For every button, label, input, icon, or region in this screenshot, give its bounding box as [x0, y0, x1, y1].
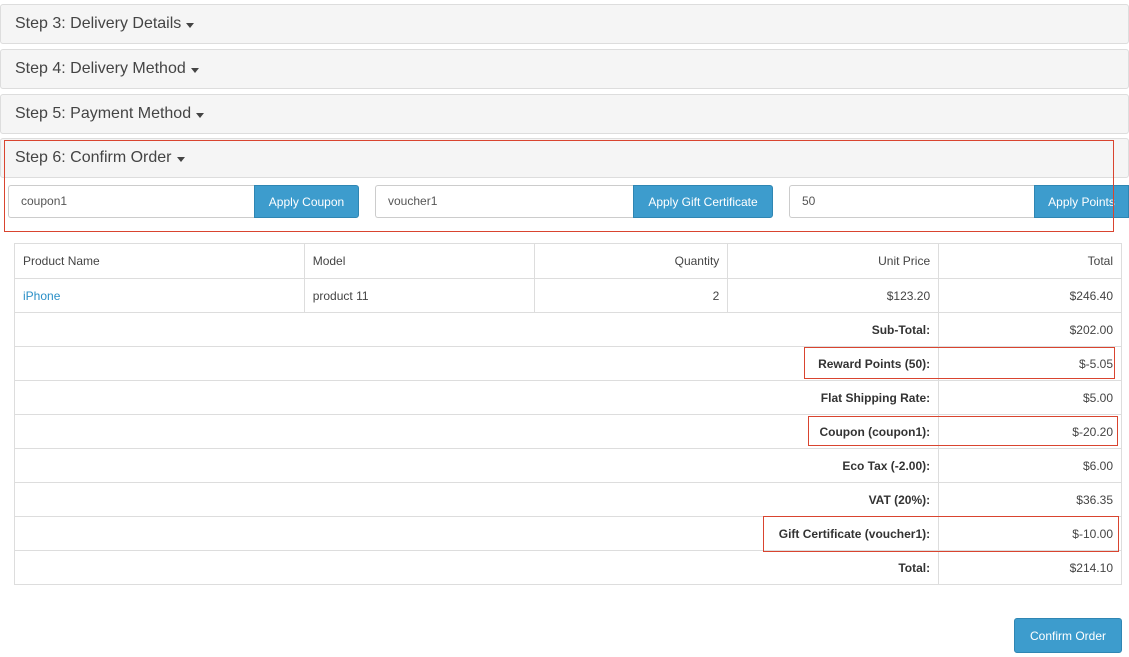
coupon-input[interactable]: coupon1: [8, 185, 254, 218]
apply-points-button[interactable]: Apply Points: [1034, 185, 1129, 218]
caret-down-icon: [186, 22, 195, 28]
step-6-header[interactable]: Step 6: Confirm Order: [0, 138, 1129, 178]
product-link[interactable]: iPhone: [23, 289, 60, 303]
step-5-header[interactable]: Step 5: Payment Method: [0, 94, 1129, 134]
header-total: Total: [938, 243, 1122, 279]
total-value: $-5.05: [938, 346, 1122, 381]
coupon-group: coupon1 Apply Coupon: [8, 185, 359, 218]
total-value: $214.10: [938, 550, 1122, 585]
total-row: Sub-Total: $202.00: [13, 312, 1122, 347]
step-5-title: Step 5: Payment Method: [15, 105, 192, 122]
total-row: Eco Tax (-2.00): $6.00: [13, 448, 1122, 483]
total-label: Sub-Total:: [13, 312, 940, 347]
product-total: $246.40: [938, 278, 1122, 313]
caret-down-icon: [176, 156, 185, 162]
step-3-title: Step 3: Delivery Details: [15, 15, 182, 32]
total-value: $-20.20: [938, 414, 1122, 449]
reward-points-input[interactable]: 50: [789, 185, 1034, 218]
step-3-header[interactable]: Step 3: Delivery Details: [0, 4, 1129, 44]
total-row: Reward Points (50): $-5.05: [13, 346, 1122, 381]
total-row: VAT (20%): $36.35: [13, 482, 1122, 517]
total-label: Reward Points (50):: [13, 346, 940, 381]
total-value: $36.35: [938, 482, 1122, 517]
voucher-input[interactable]: voucher1: [375, 185, 633, 218]
total-label: Flat Shipping Rate:: [13, 380, 940, 415]
product-model: product 11: [303, 278, 536, 313]
table-row: iPhone product 11 2 $123.20 $246.40: [14, 278, 1122, 313]
total-label: Total:: [13, 550, 940, 585]
apply-coupon-button[interactable]: Apply Coupon: [254, 185, 359, 218]
caret-down-icon: [196, 112, 205, 118]
total-label: VAT (20%):: [13, 482, 940, 517]
product-unit-price: $123.20: [727, 278, 940, 313]
total-row: Flat Shipping Rate: $5.00: [13, 380, 1122, 415]
step-4-title: Step 4: Delivery Method: [15, 60, 186, 77]
total-value: $-10.00: [938, 516, 1122, 551]
reward-group: 50 Apply Points: [789, 185, 1129, 218]
caret-down-icon: [190, 67, 199, 73]
step-6-title: Step 6: Confirm Order: [15, 149, 172, 166]
header-product-name: Product Name: [14, 243, 305, 279]
step-4-header[interactable]: Step 4: Delivery Method: [0, 49, 1129, 89]
total-label: Eco Tax (-2.00):: [13, 448, 940, 483]
total-value: $6.00: [938, 448, 1122, 483]
total-row: Total: $214.10: [13, 550, 1122, 585]
confirm-order-button[interactable]: Confirm Order: [1014, 618, 1122, 653]
total-value: $5.00: [938, 380, 1122, 415]
header-unit-price: Unit Price: [727, 243, 940, 279]
header-quantity: Quantity: [534, 243, 729, 279]
total-row: Coupon (coupon1): $-20.20: [13, 414, 1122, 449]
product-quantity: 2: [534, 278, 729, 313]
total-label: Coupon (coupon1):: [13, 414, 940, 449]
apply-gift-certificate-button[interactable]: Apply Gift Certificate: [633, 185, 773, 218]
total-row: Gift Certificate (voucher1): $-10.00: [13, 516, 1122, 551]
order-table: Product Name Model Quantity Unit Price T…: [13, 243, 1122, 585]
total-value: $202.00: [938, 312, 1122, 347]
header-model: Model: [303, 243, 536, 279]
voucher-group: voucher1 Apply Gift Certificate: [375, 185, 773, 218]
total-label: Gift Certificate (voucher1):: [13, 516, 940, 551]
table-header-row: Product Name Model Quantity Unit Price T…: [14, 243, 1122, 279]
